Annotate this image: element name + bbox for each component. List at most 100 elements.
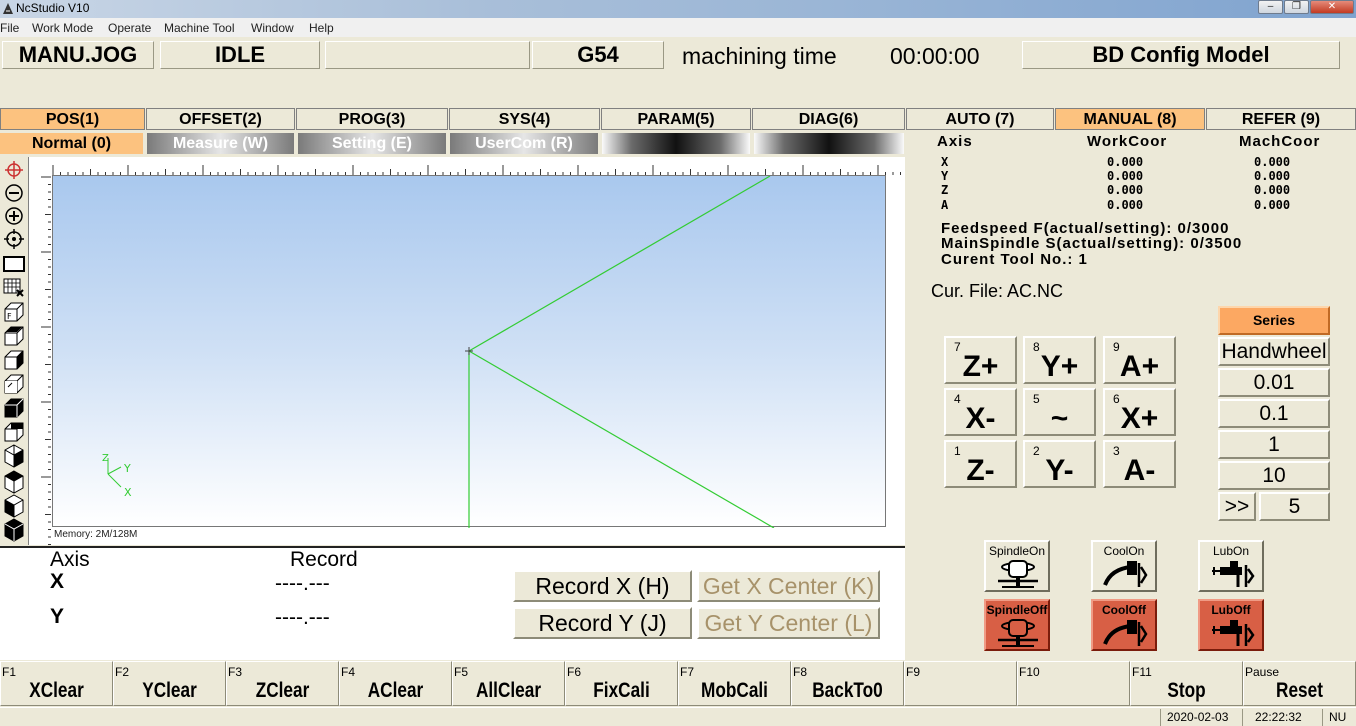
f8-backto0-button[interactable]: F8 BackTo0 xyxy=(791,661,904,706)
zoom-in-icon[interactable] xyxy=(2,205,25,227)
coord-work-a: 0.000 xyxy=(1107,198,1144,212)
jog-z-minus-button[interactable]: 1 Z- xyxy=(944,440,1017,488)
jog-x-plus-button[interactable]: 6 X+ xyxy=(1103,388,1176,436)
tab-param[interactable]: PARAM(5) xyxy=(601,108,751,130)
tab-auto[interactable]: AUTO (7) xyxy=(906,108,1054,130)
state-indicator: IDLE xyxy=(160,41,320,69)
jog-y-minus-button[interactable]: 2 Y- xyxy=(1023,440,1096,488)
pause-reset-button[interactable]: Pause Reset xyxy=(1243,661,1356,706)
cube-iso-icon[interactable] xyxy=(2,421,25,443)
spindle-on-button[interactable]: SpindleOn xyxy=(984,540,1050,592)
coord-axis-y: Y xyxy=(941,169,949,183)
cube-right-icon[interactable] xyxy=(2,373,25,395)
menu-file[interactable]: File xyxy=(0,21,19,35)
get-x-center-button[interactable]: Get X Center (K) xyxy=(697,570,880,602)
get-y-center-button[interactable]: Get Y Center (L) xyxy=(697,607,880,639)
center-view-icon[interactable] xyxy=(2,228,25,250)
step-more-button[interactable]: >> xyxy=(1218,492,1256,521)
lub-on-button[interactable]: LubOn xyxy=(1198,540,1264,592)
step-0-1-button[interactable]: 0.1 xyxy=(1218,399,1330,428)
series-button[interactable]: Series xyxy=(1218,306,1330,335)
io-label: SpindleOn xyxy=(988,544,1046,558)
f4-aclear-button[interactable]: F4 AClear xyxy=(339,661,452,706)
f10-button[interactable]: F10 xyxy=(1017,661,1130,706)
record-axis-x: X xyxy=(50,570,65,593)
close-button[interactable]: ✕ xyxy=(1310,0,1354,14)
lub-off-button[interactable]: LubOff xyxy=(1198,599,1264,651)
io-label: SpindleOff xyxy=(986,603,1048,617)
handwheel-button[interactable]: Handwheel xyxy=(1218,337,1330,366)
jog-rapid-button[interactable]: 5 ~ xyxy=(1023,388,1096,436)
f3-zclear-button[interactable]: F3 ZClear xyxy=(226,661,339,706)
record-y-button[interactable]: Record Y (J) xyxy=(513,607,692,639)
ruler-left xyxy=(29,157,51,545)
iso-view-3-icon[interactable] xyxy=(2,494,25,518)
menu-operate[interactable]: Operate xyxy=(108,21,151,35)
io-label: LubOff xyxy=(1211,603,1251,617)
tab-diag[interactable]: DIAG(6) xyxy=(752,108,905,130)
zoom-out-icon[interactable] xyxy=(2,182,25,204)
jog-a-plus-button[interactable]: 9 A+ xyxy=(1103,336,1176,384)
step-10-button[interactable]: 10 xyxy=(1218,461,1330,490)
tab-offset[interactable]: OFFSET(2) xyxy=(146,108,295,130)
tab-prog[interactable]: PROG(3) xyxy=(296,108,448,130)
iso-view-4-icon[interactable] xyxy=(2,518,25,542)
jog-y-plus-button[interactable]: 8 Y+ xyxy=(1023,336,1096,384)
grid-view-icon[interactable] xyxy=(2,277,25,299)
fkey-number: Pause xyxy=(1245,665,1280,679)
coolant-icon xyxy=(1103,620,1148,646)
jog-z-plus-button[interactable]: 7 Z+ xyxy=(944,336,1017,384)
tab-sys[interactable]: SYS(4) xyxy=(449,108,600,130)
iso-view-1-icon[interactable] xyxy=(2,444,25,468)
cool-off-button[interactable]: CoolOff xyxy=(1091,599,1157,651)
tab-setting[interactable]: Setting (E) xyxy=(298,133,446,154)
menu-help[interactable]: Help xyxy=(309,21,334,35)
cool-on-button[interactable]: CoolOn xyxy=(1091,540,1157,592)
toolpath-viewport[interactable]: Z Y X Memory: 2M/128M xyxy=(29,157,905,545)
f11-stop-button[interactable]: F11 Stop xyxy=(1130,661,1243,706)
step-1-button[interactable]: 1 xyxy=(1218,430,1330,459)
menu-work-mode[interactable]: Work Mode xyxy=(32,21,93,35)
f5-allclear-button[interactable]: F5 AllClear xyxy=(452,661,565,706)
fkey-number: F10 xyxy=(1019,665,1040,679)
spindle-off-button[interactable]: SpindleOff xyxy=(984,599,1050,651)
tab-usercom[interactable]: UserCom (R) xyxy=(450,133,598,154)
tab-refer[interactable]: REFER (9) xyxy=(1206,108,1356,130)
ruler-top xyxy=(29,157,905,175)
cube-front-icon[interactable]: F xyxy=(2,301,25,323)
coordinate-system: G54 xyxy=(532,41,664,69)
maximize-button[interactable]: ❐ xyxy=(1284,0,1309,14)
crosshair-icon[interactable] xyxy=(2,159,25,181)
step-0-01-button[interactable]: 0.01 xyxy=(1218,368,1330,397)
main-tabs: POS(1) OFFSET(2) PROG(3) SYS(4) PARAM(5)… xyxy=(0,108,1356,130)
f9-button[interactable]: F9 xyxy=(904,661,1017,706)
minimize-button[interactable]: – xyxy=(1258,0,1283,14)
cube-left-icon[interactable] xyxy=(2,349,25,371)
menu-window[interactable]: Window xyxy=(251,21,294,35)
f1-xclear-button[interactable]: F1 XClear xyxy=(0,661,113,706)
jog-a-minus-button[interactable]: 3 A- xyxy=(1103,440,1176,488)
cube-solid-icon[interactable] xyxy=(2,397,25,419)
tab-normal[interactable]: Normal (0) xyxy=(0,133,143,154)
zoom-window-icon[interactable] xyxy=(2,253,25,275)
io-label: CoolOn xyxy=(1103,544,1145,558)
fkey-number: F2 xyxy=(115,665,130,679)
record-value-header: Record xyxy=(290,548,358,571)
tab-manual[interactable]: MANUAL (8) xyxy=(1055,108,1205,130)
record-x-button[interactable]: Record X (H) xyxy=(513,570,692,602)
f7-mobcali-button[interactable]: F7 MobCali xyxy=(678,661,791,706)
f2-yclear-button[interactable]: F2 YClear xyxy=(113,661,226,706)
cube-top-icon[interactable] xyxy=(2,325,25,347)
iso-view-2-icon[interactable] xyxy=(2,470,25,494)
fkey-label: AClear xyxy=(367,679,424,702)
fkey-label: XClear xyxy=(29,679,84,702)
f6-fixcali-button[interactable]: F6 FixCali xyxy=(565,661,678,706)
step-custom-value[interactable]: 5 xyxy=(1259,492,1330,521)
tab-pos[interactable]: POS(1) xyxy=(0,108,145,130)
coord-mach-a: 0.000 xyxy=(1254,198,1291,212)
menu-machine-tool[interactable]: Machine Tool xyxy=(164,21,235,35)
jog-x-minus-button[interactable]: 4 X- xyxy=(944,388,1017,436)
tab-measure[interactable]: Measure (W) xyxy=(147,133,294,154)
toolpath-canvas[interactable]: Z Y X xyxy=(52,175,886,528)
record-value-x: ----.--- xyxy=(275,572,330,595)
